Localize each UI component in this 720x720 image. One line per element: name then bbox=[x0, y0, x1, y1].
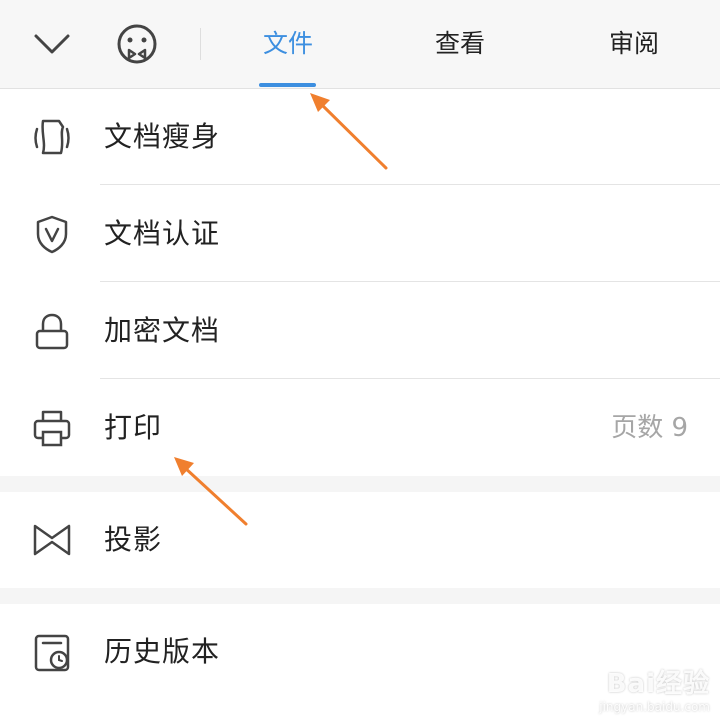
menu-item-label: 历史版本 bbox=[104, 635, 221, 668]
menu-group-document: 文档瘦身 文档认证 加密文档 打印 页数 9 bbox=[0, 89, 720, 476]
printer-icon bbox=[28, 404, 76, 452]
page-count: 页数 9 bbox=[611, 413, 688, 443]
tab-review[interactable]: 审阅 bbox=[592, 22, 676, 66]
history-icon bbox=[28, 628, 76, 676]
menu-item-label: 文档瘦身 bbox=[104, 120, 221, 153]
row-divider bbox=[100, 184, 720, 185]
menu-group-projection: 投影 bbox=[0, 492, 720, 588]
tab-file[interactable]: 文件 bbox=[246, 22, 330, 66]
menu-item-slim[interactable]: 文档瘦身 bbox=[0, 89, 720, 185]
menu-item-label: 加密文档 bbox=[104, 314, 221, 347]
menu-item-label: 文档认证 bbox=[104, 217, 221, 250]
document-slim-icon bbox=[28, 113, 76, 161]
assistant-face-icon[interactable] bbox=[112, 18, 162, 70]
row-divider bbox=[100, 281, 720, 282]
watermark-logo: Bai经验 bbox=[606, 669, 710, 699]
lock-icon bbox=[28, 307, 76, 355]
menu-item-label: 投影 bbox=[104, 523, 163, 556]
tab-view[interactable]: 查看 bbox=[418, 22, 502, 66]
watermark: Bai经验 jingyan.baidu.com bbox=[599, 663, 710, 714]
menu-item-encrypt[interactable]: 加密文档 bbox=[0, 283, 720, 379]
projection-icon bbox=[28, 516, 76, 564]
menu-item-projection[interactable]: 投影 bbox=[0, 492, 720, 588]
active-tab-indicator bbox=[259, 83, 316, 87]
shield-v-icon bbox=[28, 210, 76, 258]
row-divider bbox=[100, 378, 720, 379]
menu-item-label: 打印 bbox=[104, 411, 163, 444]
toolbar-divider bbox=[200, 28, 201, 60]
top-toolbar: 文件 查看 审阅 bbox=[0, 0, 720, 89]
chevron-down-icon[interactable] bbox=[28, 24, 76, 64]
menu-item-print[interactable]: 打印 页数 9 bbox=[0, 380, 720, 476]
menu-item-certify[interactable]: 文档认证 bbox=[0, 186, 720, 282]
watermark-url: jingyan.baidu.com bbox=[599, 700, 710, 714]
